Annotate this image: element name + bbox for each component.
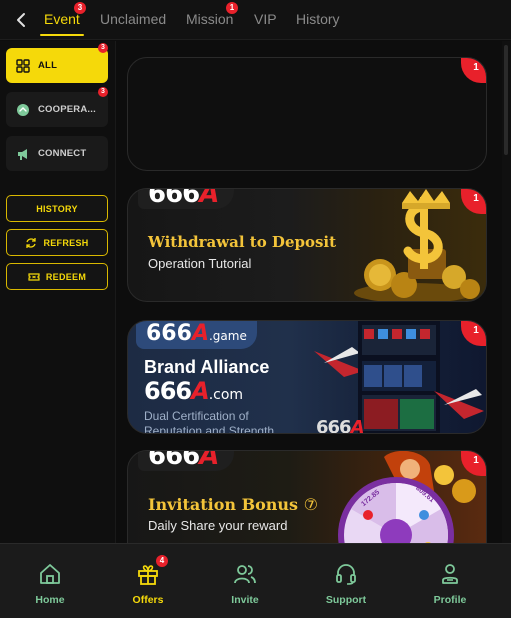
history-button-label: HISTORY [36, 203, 78, 214]
sidebar-cooperation-badge: 3 [98, 87, 108, 97]
sidebar-item-cooperation[interactable]: COOPERA... [6, 92, 108, 127]
nav-profile-label: Profile [433, 594, 467, 606]
card-badge: 1 [461, 58, 486, 83]
sidebar-item-label: COOPERA... [38, 104, 96, 115]
users-icon [234, 565, 256, 584]
sidebar-item-label: CONNECT [38, 148, 87, 159]
nav-profile[interactable]: Profile [400, 544, 500, 618]
nav-support[interactable]: Support [296, 544, 396, 618]
sidebar-all-badge: 3 [98, 43, 108, 53]
card-subtitle: Operation Tutorial [148, 256, 252, 271]
brand-logo-secondary: 666A [316, 417, 365, 434]
tab-event-badge: 3 [74, 2, 86, 14]
home-icon [40, 564, 60, 584]
scroll-thumb[interactable] [504, 45, 508, 155]
history-button[interactable]: HISTORY [6, 195, 108, 222]
brand-logo: 666A [138, 451, 235, 471]
gift-icon [138, 565, 158, 585]
content-scrollbar[interactable] [502, 41, 511, 543]
brand-logo: 666A [138, 189, 235, 209]
sidebar-item-label: ALL [38, 60, 58, 71]
brand-logo: 666A.game [136, 321, 257, 349]
tab-history[interactable]: History [296, 11, 340, 27]
sidebar-item-all[interactable]: ALL [6, 48, 108, 83]
active-tab-indicator [40, 34, 84, 36]
card-title: Withdrawal to Deposit [148, 233, 337, 251]
redeem-button[interactable]: REDEEM [6, 263, 108, 290]
card-subtitle: Dual Certification of Reputation and Str… [144, 409, 275, 434]
headset-icon [336, 564, 356, 585]
nav-home-label: Home [35, 594, 65, 606]
redeem-button-label: REDEEM [45, 271, 87, 282]
nav-invite[interactable]: Invite [195, 544, 295, 618]
grid-icon [16, 58, 30, 73]
card-title: Brand Alliance [144, 357, 270, 377]
nav-invite-label: Invite [231, 594, 259, 606]
event-card-withdrawal-to-deposit[interactable]: 666A Withdrawal to Deposit Operation Tut… [127, 188, 487, 302]
refresh-button-label: REFRESH [43, 237, 89, 248]
event-card-empty[interactable]: 1 [127, 57, 487, 171]
nav-offers-badge: 4 [156, 555, 168, 567]
nav-support-label: Support [325, 594, 367, 606]
tab-mission-badge: 1 [226, 2, 238, 14]
tab-unclaimed[interactable]: Unclaimed [100, 11, 166, 27]
top-tab-bar: Event 3 Unclaimed Mission 1 VIP History [0, 0, 511, 40]
back-arrow-icon[interactable] [12, 10, 32, 30]
cooperation-icon [17, 103, 29, 116]
ticket-icon [28, 272, 40, 281]
megaphone-icon [18, 148, 27, 160]
card-title: Invitation Bonus ⑦ [148, 495, 318, 514]
nav-offers-label: Offers [132, 594, 164, 606]
nav-offers[interactable]: Offers 4 [98, 544, 198, 618]
nav-home[interactable]: Home [0, 544, 100, 618]
refresh-button[interactable]: REFRESH [6, 229, 108, 256]
event-card-brand-alliance[interactable]: 666A.game Brand Alliance 666A.com Dual C… [127, 320, 487, 434]
card-domain: 666A.com [144, 377, 244, 405]
tab-mission[interactable]: Mission [186, 11, 233, 27]
event-card-list: 1 666A Withdrawal to Deposit Operation T… [116, 41, 502, 543]
sidebar-item-connect[interactable]: CONNECT [6, 136, 108, 171]
refresh-icon [26, 237, 37, 248]
event-card-invitation-bonus[interactable]: 666A Invitation Bonus ⑦ Daily Share your… [127, 450, 487, 543]
category-sidebar: ALL 3 COOPERA... 3 CONNECT HISTORY REFRE… [0, 41, 116, 543]
profile-icon [442, 564, 458, 584]
tab-vip[interactable]: VIP [254, 11, 277, 27]
card-subtitle: Daily Share your reward [148, 518, 288, 533]
bottom-navigation: Home Offers 4 Invite Support Profile [0, 543, 511, 618]
tab-event[interactable]: Event [44, 11, 80, 27]
